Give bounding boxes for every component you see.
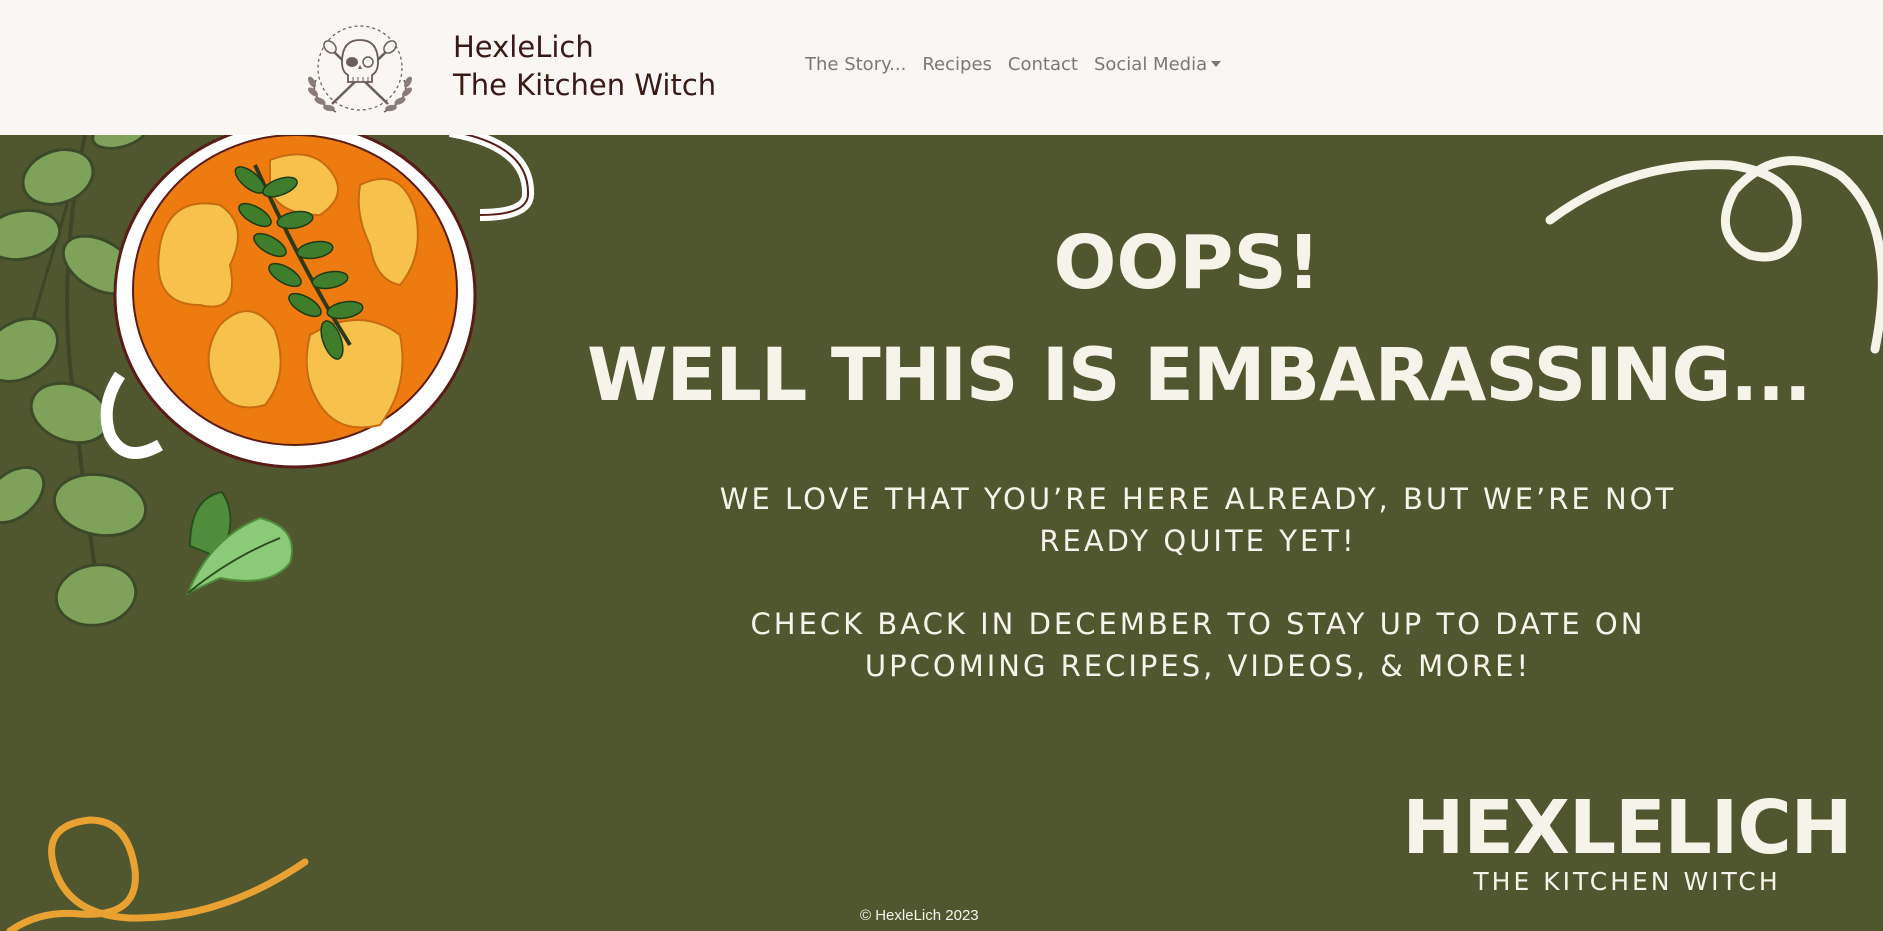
- nav-item-contact[interactable]: Contact: [1008, 54, 1078, 75]
- copyright-text: © HexleLich 2023: [860, 907, 979, 924]
- nav-item-social-media-label: Social Media: [1093, 54, 1208, 75]
- site-header: HexleLich The Kitchen Witch The Story...…: [0, 0, 1883, 135]
- brand-link[interactable]: HexleLich The Kitchen Witch: [453, 28, 716, 104]
- main-nav: The Story... Recipes Contact Social Medi…: [805, 54, 1222, 75]
- brand-name: HexleLich: [453, 30, 594, 64]
- swirl-bottom-left-decoration: [6, 816, 309, 931]
- check-back-message: CHECK BACK IN DECEMBER TO STAY UP TO DAT…: [750, 607, 1646, 683]
- skull-logo-icon[interactable]: [298, 20, 422, 118]
- nav-item-social-media-dropdown[interactable]: Social Media: [1093, 54, 1222, 75]
- caret-down-icon: [1211, 60, 1222, 67]
- not-ready-message: WE LOVE THAT YOU’RE HERE ALREADY, BUT WE…: [719, 482, 1677, 558]
- nav-item-recipes[interactable]: Recipes: [922, 54, 992, 75]
- basil-leaf-illustration: [186, 490, 293, 595]
- brand-tagline: The Kitchen Witch: [453, 68, 717, 102]
- footer-brand-name: HEXLELICH: [1402, 785, 1852, 871]
- nav-item-story[interactable]: The Story...: [805, 54, 906, 75]
- oops-title: OOPS!: [1053, 220, 1321, 306]
- embarrassing-title: WELL THIS IS EMBARASSING...: [587, 333, 1812, 418]
- curry-pot-illustration: [100, 135, 535, 469]
- footer-brand: HEXLELICH THE KITCHEN WITCH: [1397, 783, 1857, 896]
